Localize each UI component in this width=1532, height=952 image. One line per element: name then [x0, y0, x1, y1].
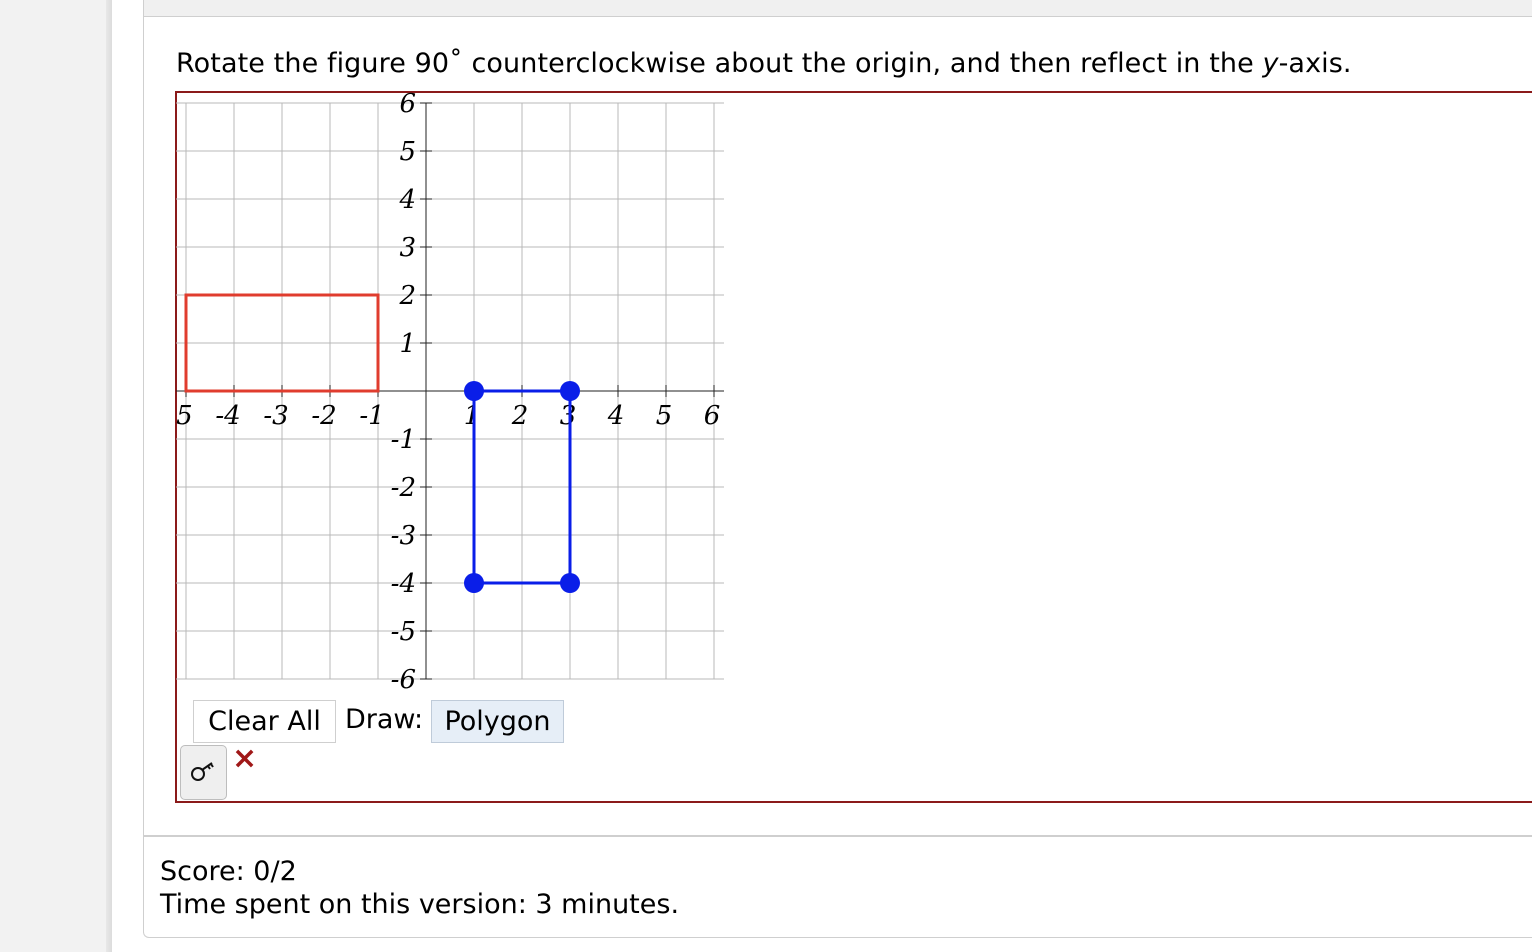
prompt-text-start: Rotate the figure 90˚ counterclockwise a…	[176, 48, 1263, 79]
y-tick-label: 1	[399, 329, 416, 359]
question-prompt: Rotate the figure 90˚ counterclockwise a…	[176, 48, 1352, 79]
y-tick-label: -2	[391, 473, 416, 503]
draw-label: Draw:	[345, 704, 424, 735]
x-tick-label: 5	[656, 401, 673, 431]
key-icon	[190, 760, 218, 786]
prompt-variable: y	[1262, 48, 1279, 79]
y-tick-label: 4	[398, 185, 416, 215]
answer-key-button[interactable]	[180, 745, 227, 800]
x-tick-label: 3	[560, 401, 577, 431]
polygon-vertex-point	[464, 381, 484, 401]
x-tick-label: 4	[607, 401, 625, 431]
polygon-vertex-point	[560, 381, 580, 401]
prompt-text-end: -axis.	[1278, 48, 1352, 79]
score-line: Score: 0/2	[160, 856, 297, 887]
polygon-tool-button[interactable]: Polygon	[431, 700, 564, 743]
previous-section-strip	[143, 0, 1532, 17]
x-tick-label: -5	[176, 401, 193, 431]
x-tick-label: -3	[263, 401, 288, 431]
y-tick-label: 3	[399, 233, 416, 263]
figures	[184, 293, 580, 593]
y-tick-label: -5	[391, 617, 416, 647]
left-rail	[0, 0, 112, 952]
polygon-vertex-point	[560, 573, 580, 593]
x-tick-label: 6	[704, 401, 721, 431]
incorrect-icon: ×	[232, 741, 258, 776]
time-spent-line: Time spent on this version: 3 minutes.	[160, 889, 680, 920]
clear-all-button[interactable]: Clear All	[193, 700, 336, 743]
y-tick-label: -1	[391, 425, 416, 455]
x-tick-label: 2	[511, 401, 529, 431]
x-tick-label: -2	[311, 401, 336, 431]
y-tick-label: 6	[399, 92, 416, 119]
x-tick-label: 1	[464, 401, 481, 431]
coordinate-grid[interactable]: -6-5-4-3-2-1123456654321-1-2-3-4-5-6	[176, 92, 776, 692]
x-tick-label: -1	[359, 401, 384, 431]
y-tick-label: -3	[391, 521, 416, 551]
y-tick-label: 2	[398, 281, 416, 311]
y-tick-label: -4	[391, 569, 416, 599]
x-tick-label: -4	[215, 401, 240, 431]
polygon-tool-label: Polygon	[444, 706, 551, 737]
clear-all-label: Clear All	[208, 706, 321, 737]
rail-shadow	[106, 0, 112, 952]
polygon-vertex-point	[464, 573, 484, 593]
y-tick-label: -6	[391, 665, 416, 692]
y-tick-label: 5	[399, 137, 416, 167]
score-info: Score: 0/2 Time spent on this version: 3…	[160, 855, 679, 921]
